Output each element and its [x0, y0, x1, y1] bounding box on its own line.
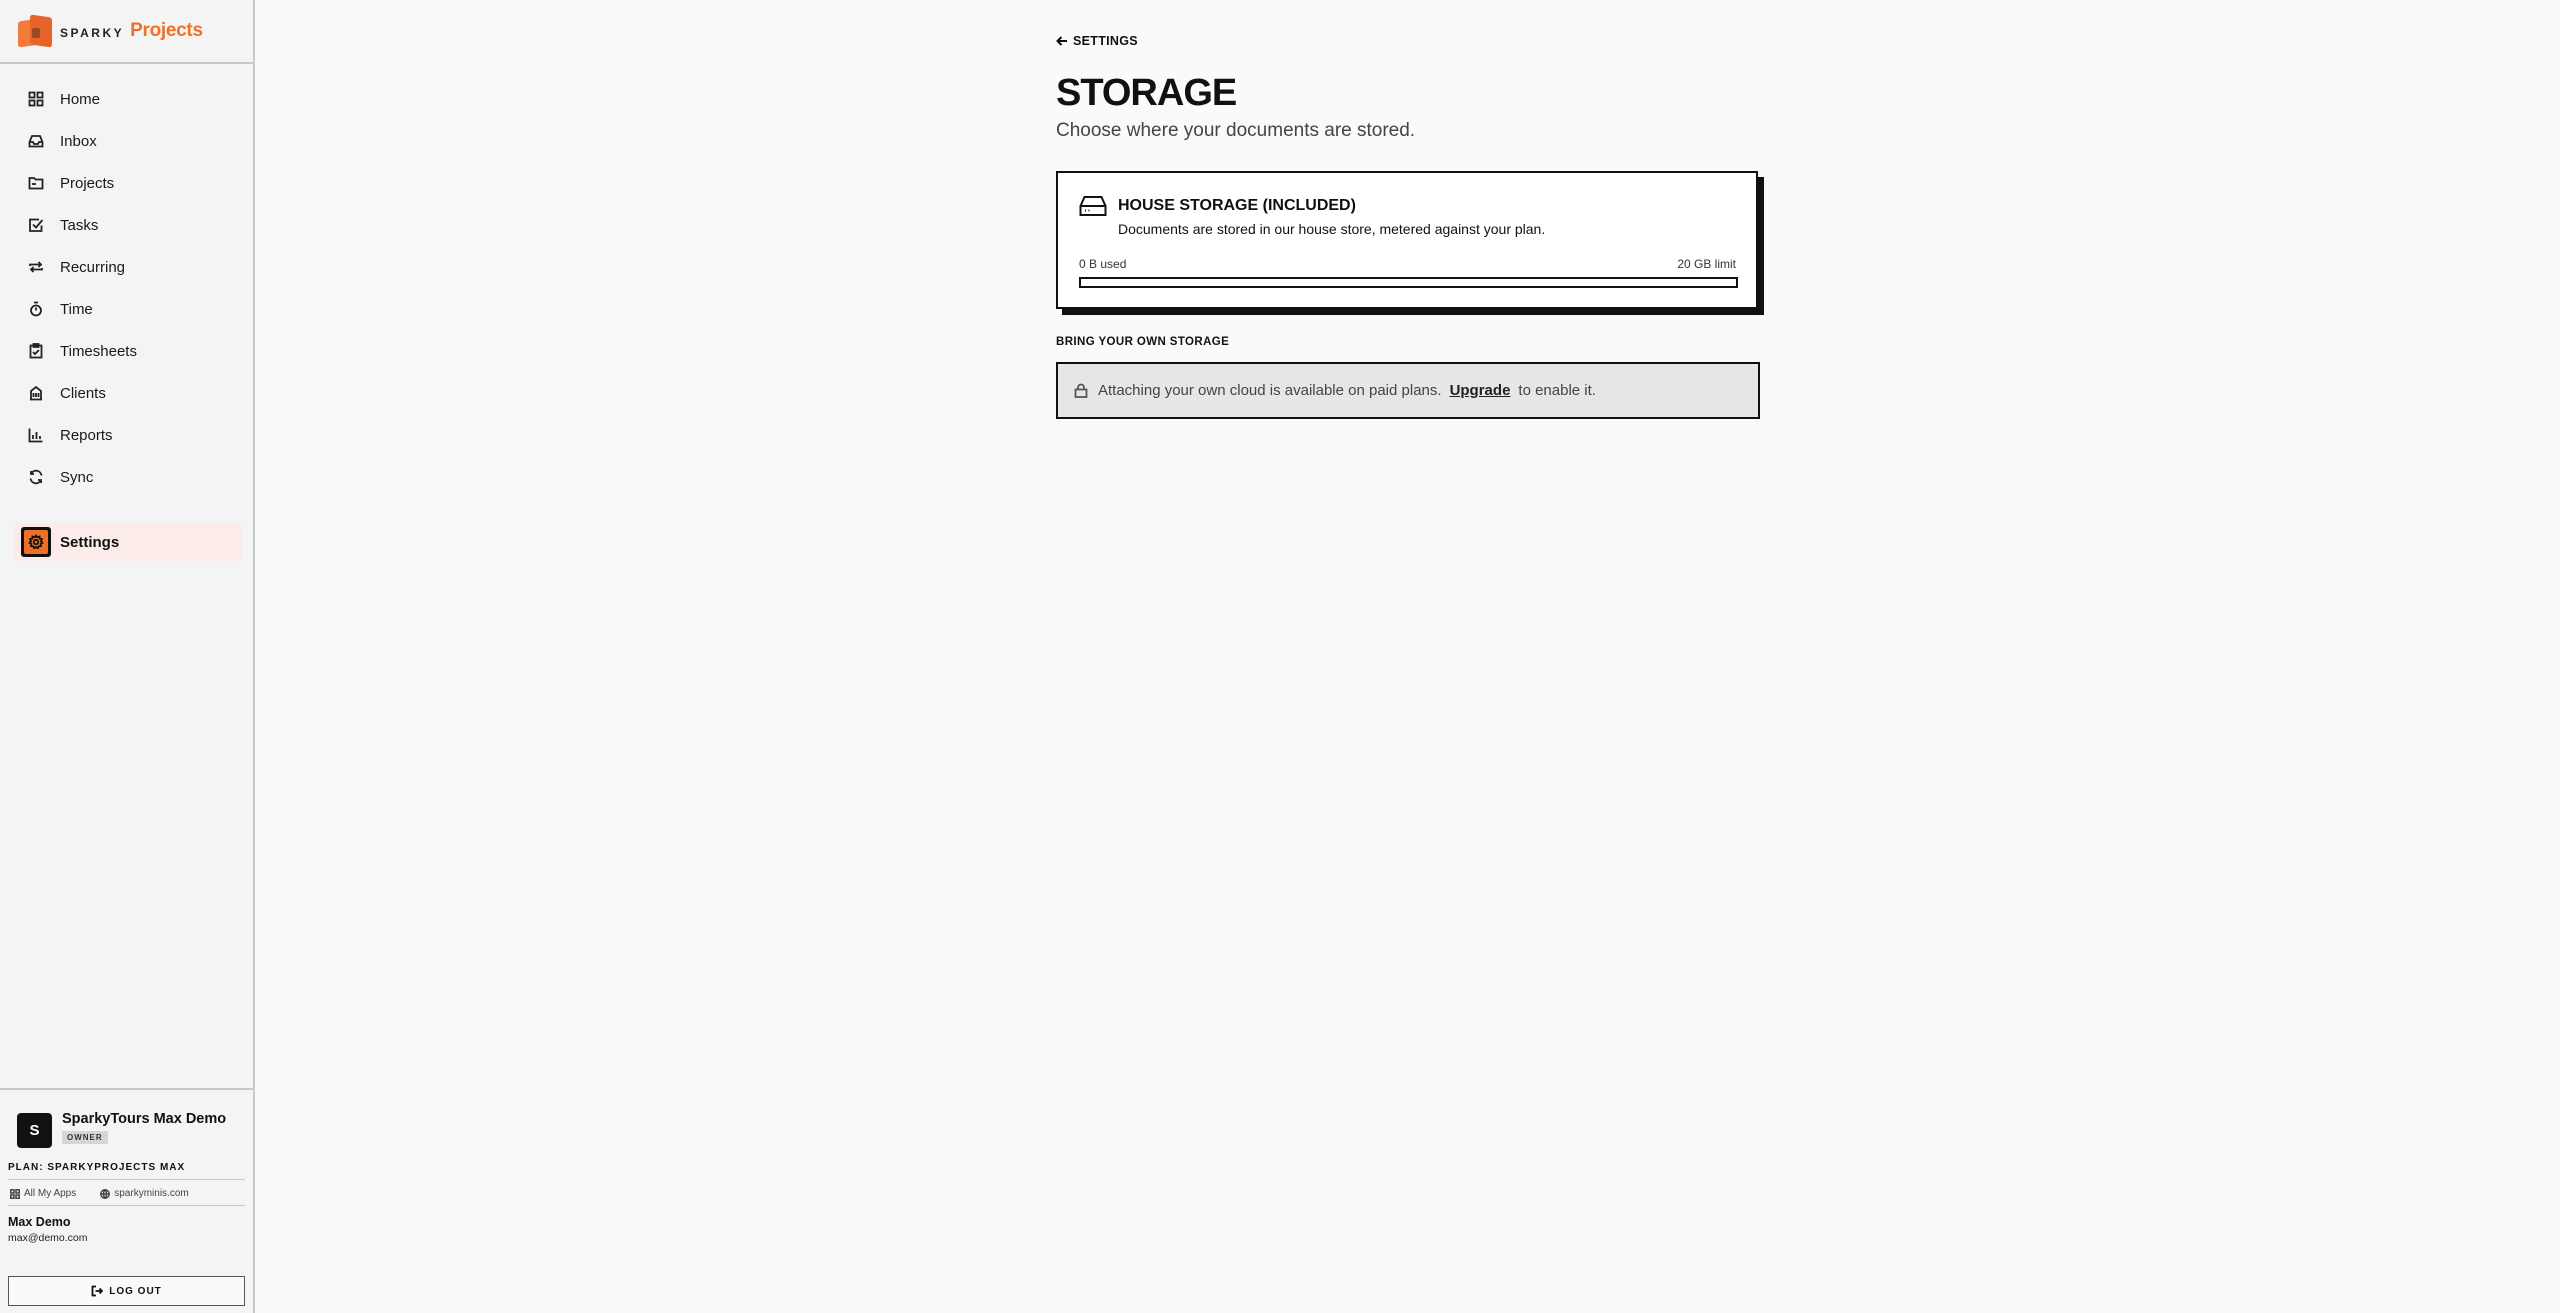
globe-icon [100, 1188, 111, 1199]
arrow-left-icon [1056, 36, 1067, 46]
sidebar-item-recurring[interactable]: Recurring [0, 246, 253, 288]
sidebar-item-time[interactable]: Time [0, 288, 253, 330]
logout-icon [91, 1285, 104, 1297]
inbox-icon [28, 135, 44, 148]
checkbox-icon [29, 218, 44, 232]
sidebar-item-clients[interactable]: Clients [0, 372, 253, 414]
sidebar-item-label: Sync [60, 468, 94, 486]
byo-message: Attaching your own cloud is available on… [1098, 382, 1442, 399]
avatar: S [17, 1113, 52, 1148]
sidebar-item-label: Timesheets [60, 342, 137, 360]
brand-name: Projects [130, 20, 203, 41]
folder-icon [28, 177, 44, 190]
storage-limit-label: 20 GB limit [1677, 257, 1736, 271]
page-subtitle: Choose where your documents are stored. [1056, 120, 1416, 141]
storage-used-label: 0 B used [1079, 257, 1127, 271]
user-name: Max Demo [8, 1215, 71, 1229]
footer-links: All My Apps sparkyminis.com [0, 1180, 253, 1199]
sidebar-item-label: Time [60, 300, 93, 318]
org-name: SparkyTours Max Demo [62, 1111, 227, 1127]
page-title: STORAGE [1056, 72, 1237, 114]
logout-button[interactable]: LOG OUT [8, 1276, 245, 1306]
sidebar-item-inbox[interactable]: Inbox [0, 120, 253, 162]
home-grid-icon [28, 91, 44, 107]
sidebar-item-label: Settings [60, 533, 120, 551]
sidebar-item-projects[interactable]: Projects [0, 162, 253, 204]
byo-suffix: to enable it. [1518, 382, 1596, 399]
house-storage-description: Documents are stored in our house store,… [1118, 221, 1546, 237]
back-to-settings-link[interactable]: SETTINGS [1056, 34, 1138, 48]
sidebar-item-label: Inbox [60, 132, 97, 150]
refresh-icon [29, 469, 43, 485]
back-label: SETTINGS [1073, 34, 1138, 48]
all-apps-link[interactable]: All My Apps [10, 1188, 88, 1199]
brand-logo-icon [18, 14, 52, 48]
site-label: sparkyminis.com [114, 1188, 189, 1199]
sidebar-item-label: Home [60, 90, 101, 108]
brand[interactable]: SPARKY Projects [0, 0, 253, 64]
byo-storage-locked-notice: Attaching your own cloud is available on… [1056, 362, 1760, 419]
sidebar-item-sync[interactable]: Sync [0, 456, 253, 498]
gear-icon [28, 534, 44, 550]
sidebar-nav: Home Inbox Projects Tasks Recurring Time… [0, 78, 253, 498]
byo-storage-heading: BRING YOUR OWN STORAGE [1056, 336, 1230, 348]
sidebar-item-label: Tasks [60, 216, 99, 234]
upgrade-link[interactable]: Upgrade [1450, 382, 1511, 399]
plan-label: PLAN: SPARKYPROJECTS MAX [8, 1162, 186, 1173]
sidebar-item-settings[interactable]: Settings [14, 523, 242, 561]
all-apps-label: All My Apps [24, 1188, 77, 1199]
account-panel: S SparkyTours Max Demo OWNER PLAN: SPARK… [0, 1088, 253, 1306]
hard-drive-icon [1079, 195, 1107, 222]
sidebar-item-timesheets[interactable]: Timesheets [0, 330, 253, 372]
logout-label: LOG OUT [109, 1285, 162, 1297]
site-link[interactable]: sparkyminis.com [100, 1188, 200, 1199]
role-badge: OWNER [62, 1131, 108, 1144]
bar-chart-icon [28, 428, 43, 443]
repeat-icon [29, 261, 43, 273]
sidebar-item-reports[interactable]: Reports [0, 414, 253, 456]
storage-usage-bar [1079, 277, 1738, 288]
sidebar-item-label: Reports [60, 426, 113, 444]
sidebar-item-label: Clients [60, 384, 106, 402]
sidebar: SPARKY Projects Home Inbox Projects Task… [0, 0, 255, 1313]
lock-icon [1074, 383, 1088, 398]
sidebar-item-label: Projects [60, 174, 115, 192]
stopwatch-icon [30, 301, 42, 317]
apps-grid-icon [10, 1188, 20, 1199]
sidebar-item-label: Recurring [60, 258, 126, 276]
sidebar-item-home[interactable]: Home [0, 78, 253, 120]
settings-icon-tile [21, 527, 51, 557]
house-storage-card[interactable]: HOUSE STORAGE (INCLUDED) Documents are s… [1056, 171, 1758, 309]
clipboard-check-icon [29, 343, 43, 359]
building-icon [30, 385, 42, 401]
brand-prefix: SPARKY [60, 25, 125, 40]
sidebar-item-tasks[interactable]: Tasks [0, 204, 253, 246]
org-switcher[interactable]: S SparkyTours Max Demo OWNER [0, 1090, 253, 1148]
user-email: max@demo.com [8, 1232, 88, 1244]
house-storage-title: HOUSE STORAGE (INCLUDED) [1118, 197, 1356, 214]
